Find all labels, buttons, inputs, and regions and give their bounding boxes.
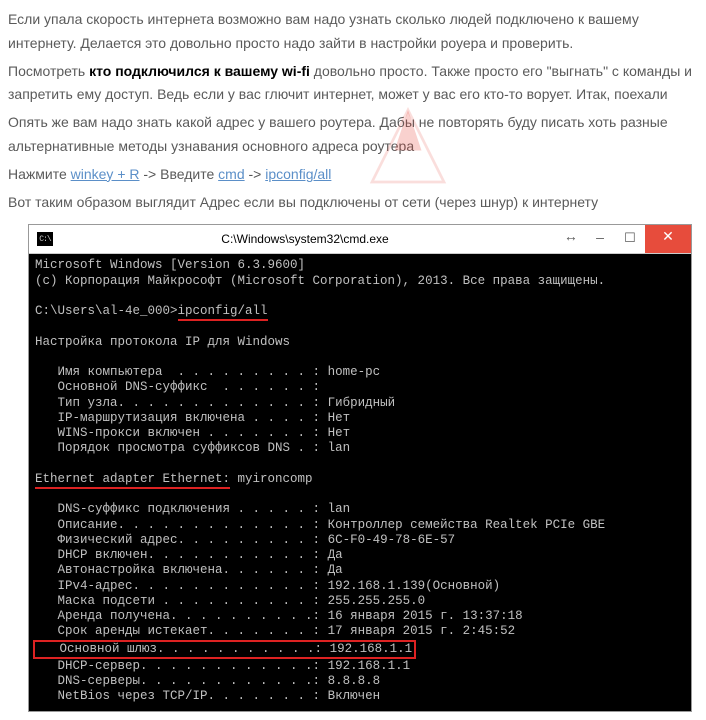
cmd-val: Нет bbox=[328, 426, 351, 440]
cmd-val: 192.168.1.1 bbox=[328, 659, 411, 673]
cmd-line: Microsoft Windows [Version 6.3.9600] bbox=[35, 258, 305, 272]
cmd-key: Описание. . . . . . . . . . . . . : bbox=[35, 518, 328, 532]
cmd-val: lan bbox=[328, 502, 351, 516]
cmd-adapter-name: myironcomp bbox=[230, 472, 313, 486]
paragraph-address: Опять же вам надо знать какой адрес у ва… bbox=[8, 111, 698, 159]
cmd-val: 192.168.1.139(Основной) bbox=[328, 579, 501, 593]
cmd-heading: Настройка протокола IP для Windows bbox=[35, 335, 290, 349]
cmd-val: Контроллер семейства Realtek PCIe GBE bbox=[328, 518, 606, 532]
cmd-val: lan bbox=[328, 441, 351, 455]
cmd-val: Нет bbox=[328, 411, 351, 425]
cmd-icon: C:\ bbox=[37, 232, 53, 246]
paragraph-commands: Нажмите winkey + R -> Введите cmd -> ipc… bbox=[8, 163, 698, 187]
cmd-key: Физический адрес. . . . . . . . . : bbox=[35, 533, 328, 547]
link-ipconfig[interactable]: ipconfig/all bbox=[265, 166, 331, 182]
cmd-key: Имя компьютера . . . . . . . . . : bbox=[35, 365, 328, 379]
bold-phrase: кто подключился к вашему wi-fi bbox=[89, 63, 310, 79]
cmd-key: DNS-серверы. . . . . . . . . . . .: bbox=[35, 674, 328, 688]
cmd-key: Аренда получена. . . . . . . . . .: bbox=[35, 609, 328, 623]
paragraph-result: Вот таким образом выглядит Адрес если вы… bbox=[8, 191, 698, 215]
cmd-val: Гибридный bbox=[328, 396, 396, 410]
window-title: C:\Windows\system32\cmd.exe bbox=[53, 229, 557, 249]
cmd-key: NetBios через TCP/IP. . . . . . . : bbox=[35, 689, 328, 703]
cmd-key: Маска подсети . . . . . . . . . . : bbox=[35, 594, 328, 608]
cmd-key: DHCP включен. . . . . . . . . . . : bbox=[35, 548, 328, 562]
text: Нажмите bbox=[8, 166, 71, 182]
cmd-key: Автонастройка включена. . . . . . : bbox=[35, 563, 328, 577]
paragraph-who: Посмотреть кто подключился к вашему wi-f… bbox=[8, 60, 698, 108]
cmd-window: C:\ C:\Windows\system32\cmd.exe ↔ — ☐ ✕ … bbox=[28, 224, 692, 711]
cmd-val: home-pc bbox=[328, 365, 381, 379]
cmd-key: IPv4-адрес. . . . . . . . . . . . : bbox=[35, 579, 328, 593]
cmd-val: 192.168.1.1 bbox=[330, 642, 413, 656]
text: Введите bbox=[160, 166, 218, 182]
expand-button[interactable]: ↔ bbox=[557, 225, 585, 253]
cmd-val: 255.255.255.0 bbox=[328, 594, 426, 608]
cmd-output: Microsoft Windows [Version 6.3.9600] (c)… bbox=[29, 254, 691, 710]
arrow: -> bbox=[140, 166, 161, 182]
cmd-key: Срок аренды истекает. . . . . . . : bbox=[35, 624, 328, 638]
close-button[interactable]: ✕ bbox=[645, 225, 691, 253]
arrow: -> bbox=[245, 166, 266, 182]
minimize-button[interactable]: — bbox=[585, 225, 615, 253]
cmd-gateway-row: Основной шлюз. . . . . . . . . . .: 192.… bbox=[33, 640, 416, 659]
cmd-val: 16 января 2015 г. 13:37:18 bbox=[328, 609, 523, 623]
titlebar: C:\ C:\Windows\system32\cmd.exe ↔ — ☐ ✕ bbox=[29, 225, 691, 254]
cmd-val: 6C-F0-49-78-6E-57 bbox=[328, 533, 456, 547]
paragraph-intro: Если упала скорость интернета возможно в… bbox=[8, 8, 698, 56]
cmd-line: (c) Корпорация Майкрософт (Microsoft Cor… bbox=[35, 274, 605, 288]
cmd-key: Тип узла. . . . . . . . . . . . . : bbox=[35, 396, 328, 410]
cmd-key: Порядок просмотра суффиксов DNS . : bbox=[35, 441, 328, 455]
cmd-key: IP-маршрутизация включена . . . . : bbox=[35, 411, 328, 425]
window-buttons: ↔ — ☐ ✕ bbox=[557, 225, 691, 253]
cmd-val: 8.8.8.8 bbox=[328, 674, 381, 688]
cmd-key: DHCP-сервер. . . . . . . . . . . .: bbox=[35, 659, 328, 673]
cmd-val: Да bbox=[328, 548, 343, 562]
cmd-key: Основной шлюз. . . . . . . . . . .: bbox=[37, 642, 330, 656]
cmd-val: Включен bbox=[328, 689, 381, 703]
maximize-button[interactable]: ☐ bbox=[615, 225, 645, 253]
cmd-key: DNS-суффикс подключения . . . . . : bbox=[35, 502, 328, 516]
cmd-key: WINS-прокси включен . . . . . . . : bbox=[35, 426, 328, 440]
link-cmd[interactable]: cmd bbox=[218, 166, 244, 182]
cmd-prompt: C:\Users\al-4e_000> bbox=[35, 304, 178, 318]
link-winkey-r[interactable]: winkey + R bbox=[71, 166, 140, 182]
cmd-key: Основной DNS-суффикс . . . . . . : bbox=[35, 380, 320, 394]
cmd-val: 17 января 2015 г. 2:45:52 bbox=[328, 624, 516, 638]
text: Посмотреть bbox=[8, 63, 89, 79]
cmd-val: Да bbox=[328, 563, 343, 577]
cmd-typed: ipconfig/all bbox=[178, 304, 268, 321]
cmd-adapter-label: Ethernet adapter Ethernet: bbox=[35, 472, 230, 489]
